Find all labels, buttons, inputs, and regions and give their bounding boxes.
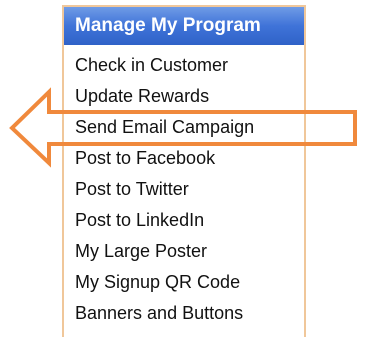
- menu-item-post-to-twitter[interactable]: Post to Twitter: [64, 174, 304, 205]
- menu-item-post-to-linkedin[interactable]: Post to LinkedIn: [64, 205, 304, 236]
- manage-program-panel: Manage My Program Check in Customer Upda…: [62, 5, 306, 337]
- menu-item-update-rewards[interactable]: Update Rewards: [64, 81, 304, 112]
- menu-item-send-email-campaign[interactable]: Send Email Campaign: [64, 112, 304, 143]
- menu-item-banners-and-buttons[interactable]: Banners and Buttons: [64, 298, 304, 329]
- program-menu: Check in Customer Update Rewards Send Em…: [64, 50, 304, 329]
- menu-item-check-in-customer[interactable]: Check in Customer: [64, 50, 304, 81]
- menu-item-my-signup-qr-code[interactable]: My Signup QR Code: [64, 267, 304, 298]
- menu-item-post-to-facebook[interactable]: Post to Facebook: [64, 143, 304, 174]
- menu-item-my-large-poster[interactable]: My Large Poster: [64, 236, 304, 267]
- panel-title: Manage My Program: [64, 7, 304, 45]
